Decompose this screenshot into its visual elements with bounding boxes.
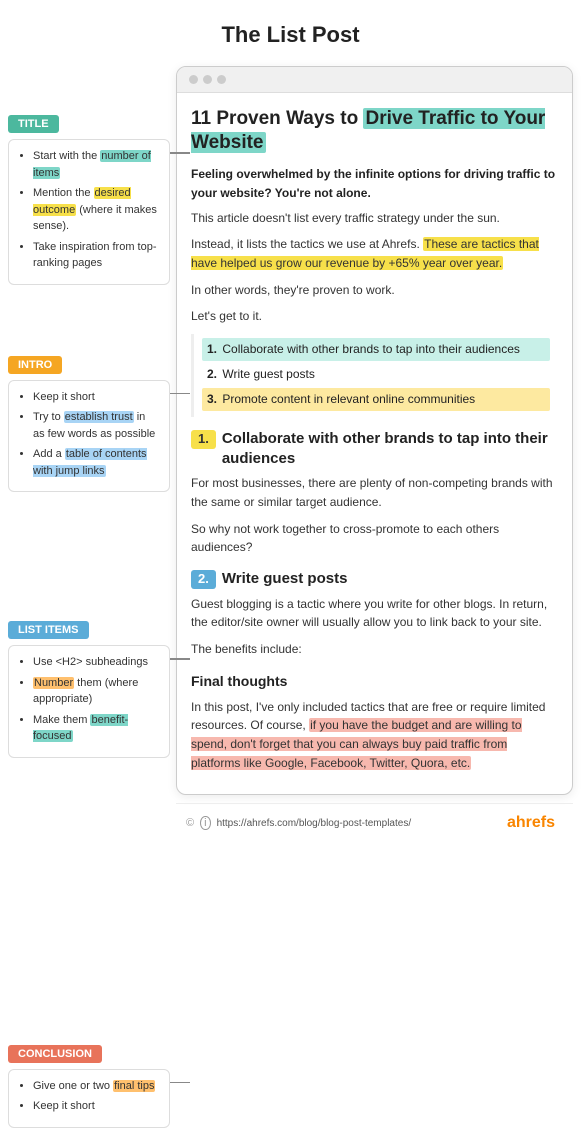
article-bold-intro: Feeling overwhelmed by the infinite opti… bbox=[191, 165, 558, 203]
toc-num-3: 3. bbox=[207, 392, 217, 406]
left-annotations: TITLE Start with the number of items Men… bbox=[8, 66, 170, 1146]
browser-window: 11 Proven Ways to Drive Traffic to Your … bbox=[176, 66, 573, 795]
info-icon: i bbox=[200, 816, 210, 830]
intro-spacer bbox=[8, 303, 170, 355]
article-title-part1: Proven Ways to bbox=[211, 108, 363, 129]
desired-outcome-hl: desired outcome bbox=[33, 187, 131, 216]
toc-num-1: 1. bbox=[207, 342, 217, 356]
final-para: In this post, I've only included tactics… bbox=[191, 698, 558, 772]
intro-connector bbox=[170, 393, 190, 395]
article-h1: 11 Proven Ways to Drive Traffic to Your … bbox=[191, 107, 558, 155]
h2-1-para2: So why not work together to cross-promot… bbox=[191, 520, 558, 557]
para2-text: Instead, it lists the tactics we use at … bbox=[191, 237, 420, 251]
article-h3-final: Final thoughts bbox=[191, 670, 558, 692]
title-connector bbox=[170, 152, 190, 154]
title-label: TITLE bbox=[8, 115, 59, 133]
toc-text-3: Promote content in relevant online commu… bbox=[222, 392, 475, 406]
conclusion-box: Give one or two final tips Keep it short bbox=[8, 1069, 170, 1128]
intro-label: INTRO bbox=[8, 356, 62, 374]
browser-mockup: 11 Proven Ways to Drive Traffic to Your … bbox=[176, 66, 573, 1146]
number-of-items-hl: number of items bbox=[33, 150, 151, 179]
browser-bar bbox=[177, 67, 572, 93]
h2-2-badge: 2. bbox=[191, 570, 216, 589]
title-box: Start with the number of items Mention t… bbox=[8, 139, 170, 285]
main-layout: TITLE Start with the number of items Men… bbox=[0, 66, 581, 1146]
list-tip-2: Number them (where appropriate) bbox=[33, 675, 159, 708]
toc-text-1: Collaborate with other brands to tap int… bbox=[222, 342, 520, 356]
copyright-icon: © bbox=[186, 817, 194, 829]
h2-1-para1: For most businesses, there are plenty of… bbox=[191, 474, 558, 511]
conclusion-spacer bbox=[8, 776, 170, 1044]
browser-dot-2 bbox=[203, 75, 212, 84]
page-container: The List Post TITLE Start with the numbe… bbox=[0, 0, 581, 1146]
h2-1-text: Collaborate with other brands to tap int… bbox=[222, 429, 558, 468]
title-annotation: TITLE Start with the number of items Men… bbox=[8, 114, 170, 285]
footer: © i https://ahrefs.com/blog/blog-post-te… bbox=[176, 803, 573, 842]
toc-text-2: Write guest posts bbox=[222, 367, 314, 381]
list-label: LIST ITEMS bbox=[8, 621, 89, 639]
article-para2: Instead, it lists the tactics we use at … bbox=[191, 235, 558, 272]
toc-num-2: 2. bbox=[207, 367, 217, 381]
browser-dot-1 bbox=[189, 75, 198, 84]
article-num: 11 bbox=[191, 108, 211, 129]
h2-2-para1: Guest blogging is a tactic where you wri… bbox=[191, 595, 558, 632]
table-contents-hl: table of contents with jump links bbox=[33, 448, 147, 477]
article-para4: Let's get to it. bbox=[191, 307, 558, 326]
table-of-contents: 1. Collaborate with other brands to tap … bbox=[191, 334, 558, 418]
ahrefs-logo: ahrefs bbox=[507, 814, 555, 832]
footer-url[interactable]: https://ahrefs.com/blog/blog-post-templa… bbox=[217, 818, 412, 829]
page-title: The List Post bbox=[0, 0, 581, 66]
conclusion-tip-2: Keep it short bbox=[33, 1098, 159, 1115]
final-tips-hl: final tips bbox=[113, 1080, 155, 1092]
article-para3: In other words, they're proven to work. bbox=[191, 281, 558, 300]
footer-left: © i https://ahrefs.com/blog/blog-post-te… bbox=[186, 816, 411, 830]
establish-trust-hl: establish trust bbox=[64, 411, 134, 423]
h2-2-text: Write guest posts bbox=[222, 569, 348, 589]
conclusion-label: CONCLUSION bbox=[8, 1045, 102, 1063]
list-annotation: LIST ITEMS Use <H2> subheadings Number t… bbox=[8, 620, 170, 758]
number-hl: Number bbox=[33, 677, 74, 689]
title-tip-1: Start with the number of items bbox=[33, 148, 159, 181]
list-spacer bbox=[8, 510, 170, 620]
conclusion-annotation: CONCLUSION Give one or two final tips Ke… bbox=[8, 1044, 170, 1128]
intro-tip-2: Try to establish trust in as few words a… bbox=[33, 409, 159, 442]
conclusion-connector bbox=[170, 1082, 190, 1084]
benefit-focused-hl: benefit-focused bbox=[33, 714, 128, 743]
article-content: 11 Proven Ways to Drive Traffic to Your … bbox=[177, 93, 572, 794]
intro-tip-1: Keep it short bbox=[33, 389, 159, 406]
intro-annotation: INTRO Keep it short Try to establish tru… bbox=[8, 355, 170, 493]
title-spacer bbox=[8, 66, 170, 96]
article-para1: This article doesn't list every traffic … bbox=[191, 209, 558, 228]
toc-item-1: 1. Collaborate with other brands to tap … bbox=[202, 338, 550, 361]
h2-2-para2: The benefits include: bbox=[191, 640, 558, 659]
article-h2-1: 1. Collaborate with other brands to tap … bbox=[191, 429, 558, 468]
list-tip-3: Make them benefit-focused bbox=[33, 712, 159, 745]
title-tip-2: Mention the desired outcome (where it ma… bbox=[33, 185, 159, 235]
h2-1-badge: 1. bbox=[191, 430, 216, 449]
list-tip-1: Use <H2> subheadings bbox=[33, 654, 159, 671]
browser-dot-3 bbox=[217, 75, 226, 84]
list-connector bbox=[170, 658, 190, 660]
conclusion-tip-1: Give one or two final tips bbox=[33, 1078, 159, 1095]
toc-item-3: 3. Promote content in relevant online co… bbox=[202, 388, 550, 411]
article-h2-2: 2. Write guest posts bbox=[191, 569, 558, 589]
list-box: Use <H2> subheadings Number them (where … bbox=[8, 645, 170, 758]
title-tip-3: Take inspiration from top-ranking pages bbox=[33, 239, 159, 272]
toc-item-2: 2. Write guest posts bbox=[202, 363, 550, 386]
intro-box: Keep it short Try to establish trust in … bbox=[8, 380, 170, 493]
intro-tip-3: Add a table of contents with jump links bbox=[33, 446, 159, 479]
